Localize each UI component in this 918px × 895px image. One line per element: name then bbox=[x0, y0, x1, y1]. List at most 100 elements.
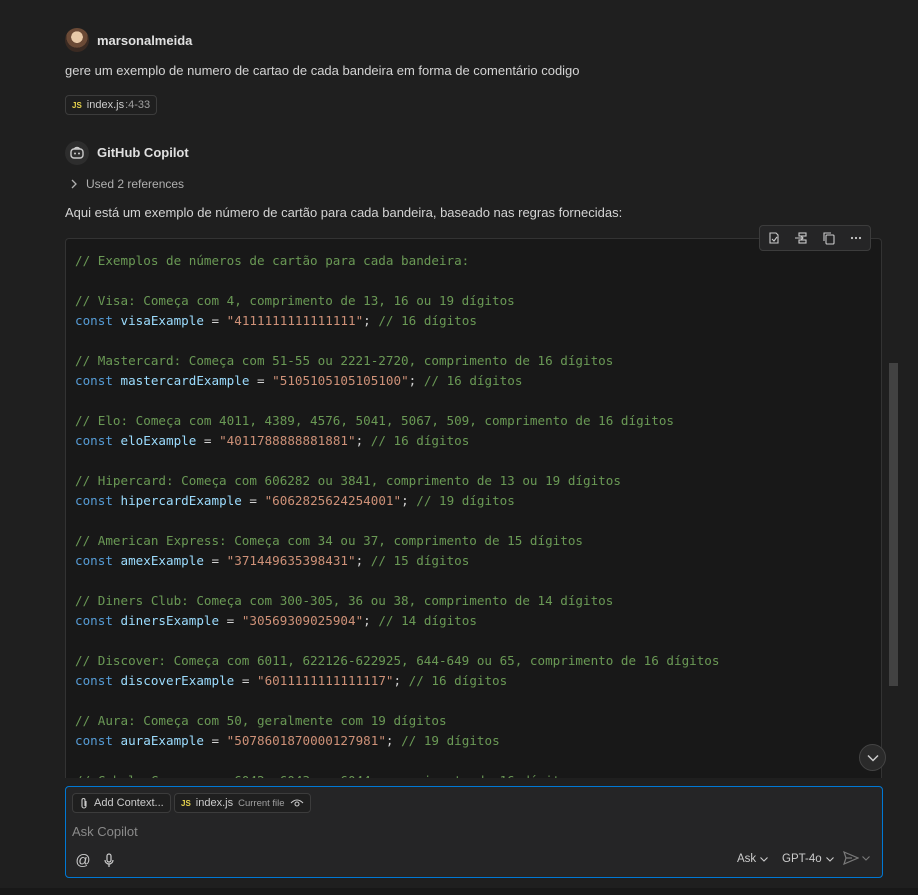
code-token: const bbox=[75, 373, 113, 388]
code-token: "5105105105105100" bbox=[272, 373, 409, 388]
references-toggle[interactable]: Used 2 references bbox=[70, 177, 184, 191]
code-token: "4011788888881881" bbox=[219, 433, 356, 448]
code-line: const mastercardExample = "5105105105105… bbox=[75, 371, 719, 391]
insert-at-cursor-icon[interactable] bbox=[791, 228, 811, 248]
code-token: eloExample bbox=[120, 433, 197, 448]
code-token: visaExample bbox=[120, 313, 204, 328]
current-file-chip[interactable]: JS index.js Current file bbox=[174, 793, 311, 813]
reference-lines: :4-33 bbox=[125, 99, 151, 111]
code-line: // Cabal: Começa com 6042, 6043 ou 6044,… bbox=[75, 771, 719, 778]
assistant-intro: Aqui está um exemplo de número de cartão… bbox=[65, 205, 623, 220]
code-token: const bbox=[75, 613, 113, 628]
code-token: // Aura: Começa com 50, geralmente com 1… bbox=[75, 713, 447, 728]
code-token: // 19 dígitos bbox=[401, 733, 500, 748]
code-token: discoverExample bbox=[120, 673, 235, 688]
code-token: = bbox=[203, 553, 227, 568]
code-token: = bbox=[196, 433, 220, 448]
code-token: // Hipercard: Começa com 606282 ou 3841,… bbox=[75, 473, 621, 488]
status-strip bbox=[0, 888, 918, 895]
eye-icon[interactable] bbox=[290, 798, 304, 808]
scroll-to-bottom-button[interactable] bbox=[859, 744, 886, 771]
user-message: gere um exemplo de numero de cartao de c… bbox=[65, 63, 580, 78]
code-token: // Cabal: Começa com 6042, 6043 ou 6044,… bbox=[75, 773, 575, 778]
code-token: // 16 dígitos bbox=[408, 673, 508, 688]
code-token: ; bbox=[355, 553, 371, 568]
code-token: ; bbox=[363, 613, 379, 628]
code-line: const discoverExample = "601111111111111… bbox=[75, 671, 719, 691]
code-line: // American Express: Começa com 34 ou 37… bbox=[75, 531, 719, 551]
microphone-icon[interactable] bbox=[100, 851, 118, 869]
user-name: marsonalmeida bbox=[97, 33, 193, 48]
code-token: // Discover: Começa com 6011, 622126-622… bbox=[75, 653, 720, 668]
code-line: // Discover: Começa com 6011, 622126-622… bbox=[75, 651, 719, 671]
model-dropdown[interactable]: GPT-4o bbox=[782, 853, 834, 865]
code-line: // Elo: Começa com 4011, 4389, 4576, 504… bbox=[75, 411, 719, 431]
user-avatar bbox=[65, 28, 89, 52]
code-toolbar bbox=[759, 225, 871, 251]
code-line: const eloExample = "4011788888881881"; /… bbox=[75, 431, 719, 451]
chat-scrollbar[interactable] bbox=[889, 363, 898, 686]
code-token: // 19 dígitos bbox=[416, 493, 515, 508]
more-actions-icon[interactable] bbox=[846, 228, 866, 248]
code-token: // Visa: Começa com 4, comprimento de 13… bbox=[75, 293, 515, 308]
reference-chip[interactable]: JS index.js :4-33 bbox=[65, 95, 158, 115]
apply-in-editor-icon[interactable] bbox=[764, 228, 784, 248]
code-token: // 16 dígitos bbox=[423, 373, 523, 388]
chevron-down-icon bbox=[866, 754, 879, 762]
code-token: ; bbox=[408, 373, 424, 388]
code-line: const visaExample = "4111111111111111"; … bbox=[75, 311, 719, 331]
code-token: // 15 dígitos bbox=[370, 553, 470, 568]
add-context-label: Add Context... bbox=[94, 797, 164, 809]
code-line: // Exemplos de números de cartão para ca… bbox=[75, 251, 719, 271]
model-label: GPT-4o bbox=[782, 853, 822, 865]
copy-icon[interactable] bbox=[819, 228, 839, 248]
code-token: = bbox=[234, 673, 257, 688]
code-token: "30569309025904" bbox=[241, 613, 364, 628]
code-token: dinersExample bbox=[120, 613, 220, 628]
code-token: // American Express: Começa com 34 ou 37… bbox=[75, 533, 583, 548]
add-context-button[interactable]: Add Context... bbox=[72, 793, 171, 813]
code-line: // Mastercard: Começa com 51-55 ou 2221-… bbox=[75, 351, 719, 371]
chat-input-field[interactable]: Ask Copilot bbox=[72, 824, 138, 839]
code-token: ; bbox=[393, 673, 409, 688]
current-file-name: index.js bbox=[195, 797, 234, 809]
code-token: // 16 dígitos bbox=[370, 433, 470, 448]
mode-dropdown[interactable]: Ask bbox=[737, 853, 769, 865]
code-line: // Visa: Começa com 4, comprimento de 13… bbox=[75, 291, 719, 311]
code-token: mastercardExample bbox=[120, 373, 250, 388]
send-button[interactable] bbox=[843, 851, 870, 865]
chevron-down-icon bbox=[825, 856, 834, 862]
send-icon bbox=[843, 851, 859, 865]
code-token: const bbox=[75, 733, 113, 748]
current-file-sub: Current file bbox=[238, 797, 285, 809]
code-token: // Elo: Começa com 4011, 4389, 4576, 504… bbox=[75, 413, 674, 428]
code-token: hipercardExample bbox=[120, 493, 242, 508]
chevron-down-icon bbox=[760, 856, 769, 862]
code-line: const auraExample = "5078601870000127981… bbox=[75, 731, 719, 751]
code-token: "371449635398431" bbox=[226, 553, 356, 568]
js-file-icon: JS bbox=[181, 798, 191, 808]
code-block[interactable]: // Exemplos de números de cartão para ca… bbox=[65, 238, 882, 778]
code-token: ; bbox=[355, 433, 371, 448]
code-token: "5078601870000127981" bbox=[226, 733, 386, 748]
code-line: const dinersExample = "30569309025904"; … bbox=[75, 611, 719, 631]
code-token: // Exemplos de números de cartão para ca… bbox=[75, 253, 470, 268]
code-token: "4111111111111111" bbox=[226, 313, 364, 328]
at-mention-icon[interactable]: @ bbox=[74, 851, 92, 869]
code-token: const bbox=[75, 313, 113, 328]
code-token: amexExample bbox=[120, 553, 204, 568]
code-token: = bbox=[249, 373, 273, 388]
